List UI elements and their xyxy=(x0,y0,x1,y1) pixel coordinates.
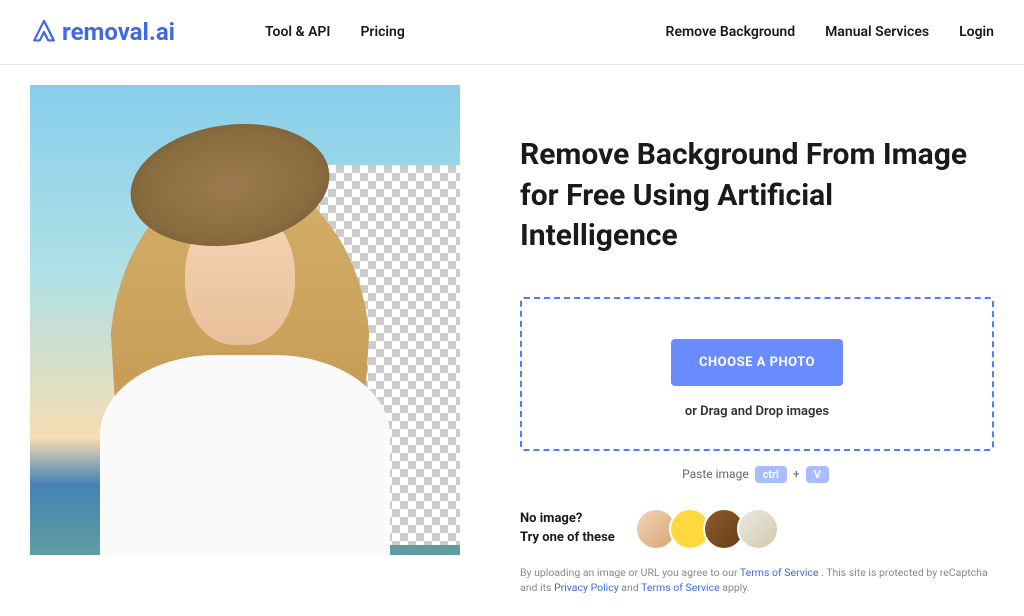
nav-right: Remove Background Manual Services Login xyxy=(666,24,994,40)
link-privacy-policy[interactable]: Privacy Policy xyxy=(554,581,619,594)
link-terms-of-service[interactable]: Terms of Service xyxy=(740,566,819,579)
header: removal.ai Tool & API Pricing Remove Bac… xyxy=(0,0,1024,65)
paste-hint: Paste image ctrl + V xyxy=(520,466,994,483)
link-terms-of-service-2[interactable]: Terms of Service xyxy=(641,581,720,594)
hero-shirt xyxy=(100,355,390,555)
upload-dropzone[interactable]: CHOOSE A PHOTO or Drag and Drop images xyxy=(520,297,994,451)
right-panel: Remove Background From Image for Free Us… xyxy=(520,85,994,596)
nav-manual-services[interactable]: Manual Services xyxy=(825,24,929,40)
samples-row: No image? Try one of these xyxy=(520,508,994,550)
samples-text: No image? Try one of these xyxy=(520,510,615,546)
key-ctrl: ctrl xyxy=(755,466,787,483)
samples-line1: No image? xyxy=(520,510,615,528)
logo-icon xyxy=(30,18,58,46)
legal-text: By uploading an image or URL you agree t… xyxy=(520,565,994,597)
nav-left: Tool & API Pricing xyxy=(265,24,405,40)
nav-login[interactable]: Login xyxy=(959,24,994,40)
nav-remove-background[interactable]: Remove Background xyxy=(666,24,796,40)
paste-prefix: Paste image xyxy=(682,467,749,481)
legal-and: and xyxy=(619,581,641,594)
logo-text: removal.ai xyxy=(62,18,175,46)
logo[interactable]: removal.ai xyxy=(30,18,175,46)
drag-drop-text: or Drag and Drop images xyxy=(542,404,972,419)
headline: Remove Background From Image for Free Us… xyxy=(520,135,994,257)
hero-person-cutout xyxy=(30,85,460,555)
choose-photo-button[interactable]: CHOOSE A PHOTO xyxy=(671,339,843,386)
hero-demo-image xyxy=(30,85,460,555)
sample-thumbs xyxy=(635,508,779,550)
nav-pricing[interactable]: Pricing xyxy=(360,24,404,40)
paste-plus: + xyxy=(793,467,800,481)
nav-tool-api[interactable]: Tool & API xyxy=(265,24,330,40)
key-v: V xyxy=(806,466,829,483)
main: Remove Background From Image for Free Us… xyxy=(0,65,1024,616)
legal-suffix: apply. xyxy=(720,581,750,594)
sample-thumb-dog[interactable] xyxy=(737,508,779,550)
legal-pre: By uploading an image or URL you agree t… xyxy=(520,566,740,579)
samples-line2: Try one of these xyxy=(520,529,615,547)
